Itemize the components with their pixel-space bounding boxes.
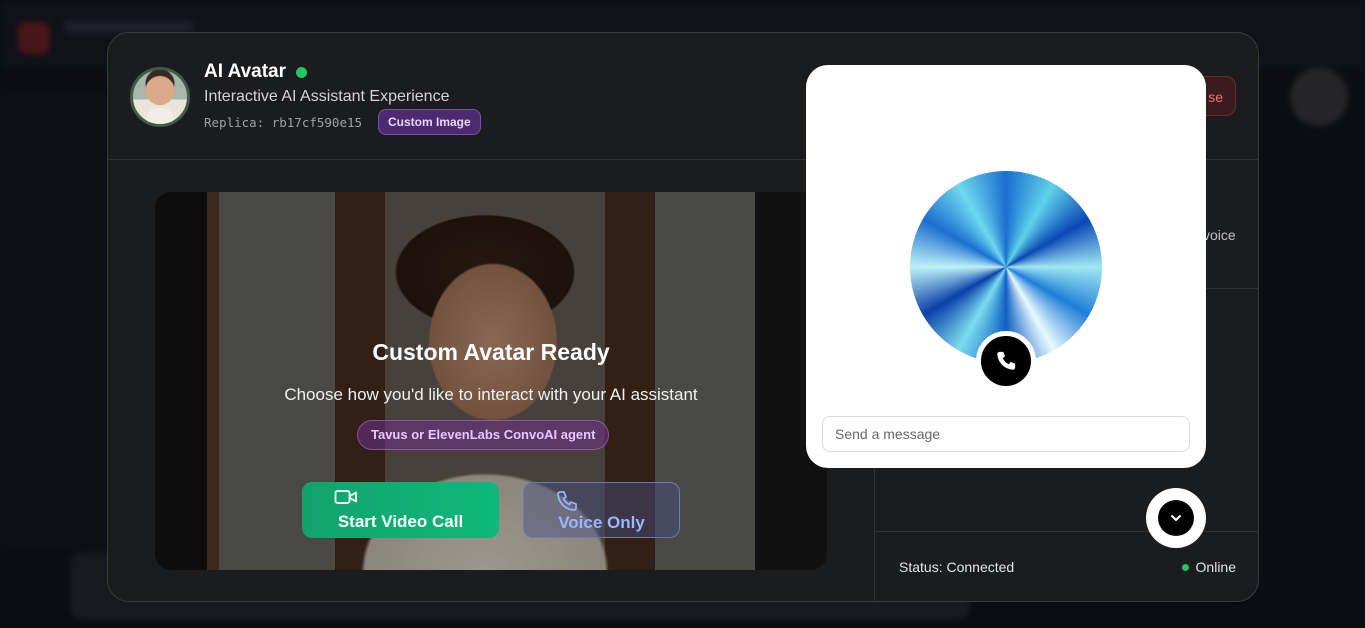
online-label: Online [1195, 559, 1236, 575]
background-play-icon [1290, 68, 1348, 126]
start-video-call-label: Start Video Call [337, 512, 464, 531]
phone-icon [997, 351, 1016, 370]
custom-image-badge: Custom Image [378, 109, 481, 135]
voice-only-button[interactable]: Voice Only [523, 482, 680, 538]
call-button[interactable] [976, 331, 1036, 391]
online-indicator [296, 66, 308, 78]
status-dot-icon [1181, 563, 1189, 571]
background-logo [18, 22, 50, 54]
conversation-widget [806, 65, 1206, 468]
video-title: Custom Avatar Ready [372, 339, 610, 365]
title-row: AI Avatar [204, 61, 308, 83]
avatar [130, 67, 190, 127]
modal-subtitle: Interactive AI Assistant Experience [204, 88, 450, 105]
online-status: Online [1181, 559, 1236, 575]
chevron-down-icon [1171, 515, 1181, 521]
widget-toggle-button[interactable] [1146, 488, 1206, 548]
voice-label: voice [1203, 227, 1236, 243]
agent-badge: Tavus or ElevenLabs ConvoAI agent [357, 420, 610, 450]
replica-id: Replica: rb17cf590e15 [204, 115, 363, 130]
phone-outline-icon [557, 491, 577, 511]
background-sidebar [0, 90, 108, 550]
voice-only-label: Voice Only [558, 513, 645, 532]
message-input[interactable] [822, 416, 1190, 452]
toggle-inner [1158, 500, 1194, 536]
video-camera-icon [334, 490, 357, 504]
start-video-call-button[interactable]: Start Video Call [302, 482, 499, 538]
video-subtitle: Choose how you'd like to interact with y… [284, 385, 698, 404]
modal-title: AI Avatar [204, 61, 287, 82]
avatar-video: Custom Avatar Ready Choose how you'd lik… [155, 192, 827, 570]
connection-status: Status: Connected [899, 559, 1015, 575]
